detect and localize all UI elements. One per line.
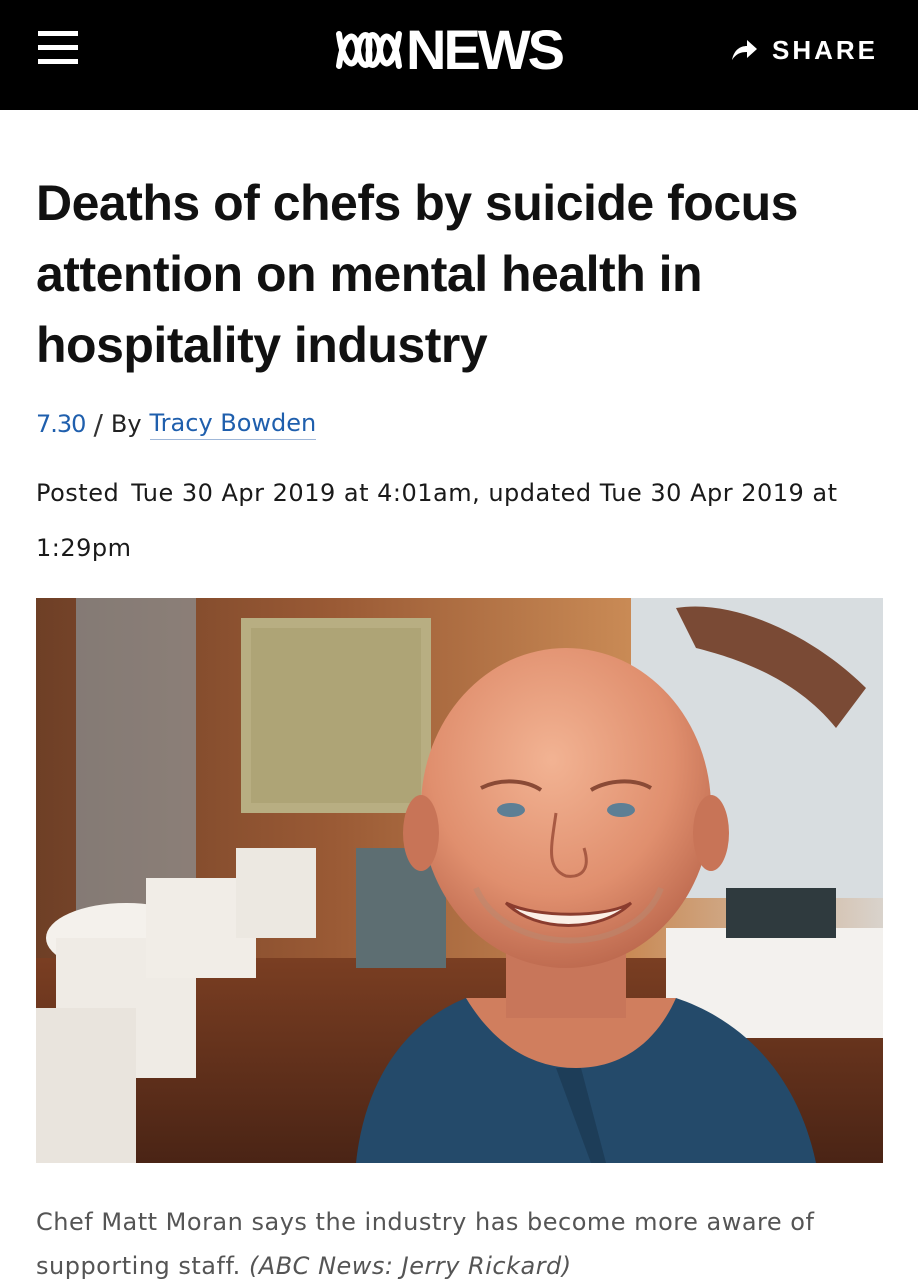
- abc-lissajous-logo-icon: [336, 31, 402, 69]
- author-link[interactable]: Tracy Bowden: [149, 409, 317, 440]
- chef-portrait-image: [36, 598, 883, 1163]
- share-button[interactable]: SHARE: [730, 34, 878, 66]
- byline-separator: /: [93, 407, 103, 441]
- abc-news-logo[interactable]: NEWS: [336, 18, 565, 81]
- hamburger-menu-icon-line: [38, 45, 78, 50]
- hamburger-menu-icon-line: [38, 59, 78, 64]
- posted-date: Tue 30 Apr 2019 at 4:01am, updated Tue 3…: [36, 479, 838, 562]
- share-arrow-icon: [732, 40, 757, 60]
- logo-text: NEWS: [406, 18, 565, 81]
- by-label: By: [110, 410, 142, 438]
- timestamp: Posted Tue 30 Apr 2019 at 4:01am, updated…: [36, 466, 886, 576]
- posted-label: Posted: [36, 479, 120, 507]
- article-photo[interactable]: [36, 598, 883, 1163]
- share-label: SHARE: [772, 34, 879, 65]
- top-bar: NEWS SHARE: [0, 0, 918, 110]
- article-headline: Deaths of chefs by suicide focus attenti…: [36, 175, 798, 373]
- menu-button[interactable]: [38, 31, 78, 65]
- byline: 7.30 / By Tracy Bowden: [36, 406, 317, 442]
- program-link[interactable]: 7.30: [36, 410, 86, 438]
- photo-caption: Chef Matt Moran says the industry has be…: [36, 1200, 886, 1288]
- hamburger-menu-icon: [38, 31, 78, 36]
- photo-credit: (ABC News: Jerry Rickard): [248, 1252, 572, 1280]
